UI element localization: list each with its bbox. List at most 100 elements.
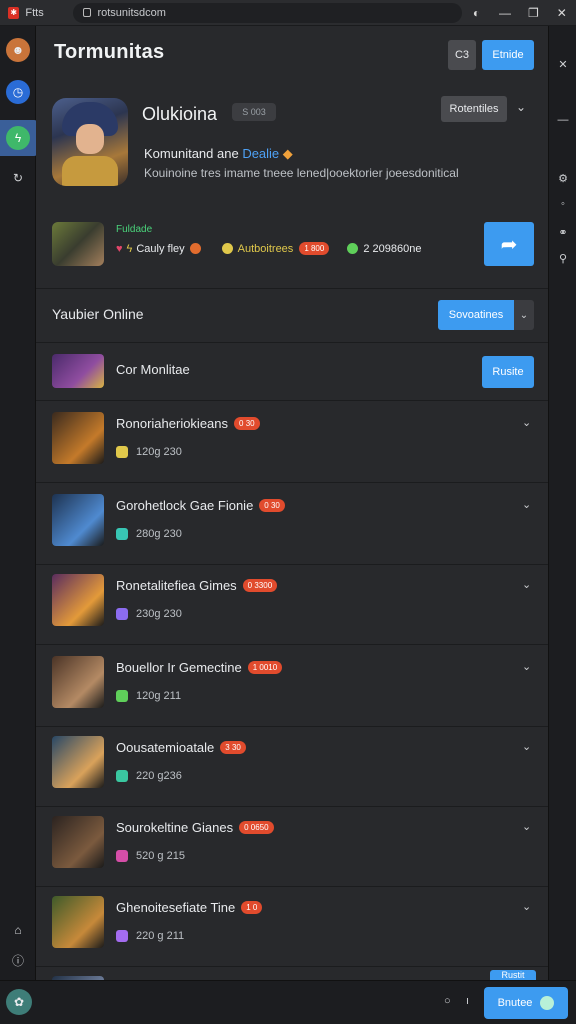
game-badge: 0 3300 [242,579,278,592]
sidebar-bolt-icon[interactable]: ϟ [6,126,30,150]
game-row[interactable]: Sourokeltine Gianes 0 0650 520 g 215 ⌄ [36,808,548,888]
divider [36,400,548,401]
game-subtitle: 220 g 211 [116,930,184,942]
game-row[interactable]: Oousatemioatale 3 30 220 g236 ⌄ [36,728,548,808]
stats-text2: Autboitrees [237,242,294,255]
stats-thumbnail[interactable] [52,222,104,266]
section-dropdown-chevron-icon[interactable]: ⌄ [514,300,534,330]
stats-label: Fuldade [116,224,153,235]
fire-icon: ◆ [282,146,293,161]
url-text[interactable]: rotsunitsdcom [97,7,165,19]
stats-row: Fuldade ♥ ϟ Cauly fley Autboitrees 1 800… [52,222,534,272]
right-close-icon[interactable]: ✕ [556,58,570,72]
chevron-down-icon[interactable]: ⌄ [522,578,531,591]
heart-icon: ♥ [116,242,123,255]
game-thumbnail [52,412,104,464]
game-row[interactable]: Bouellor Ir Gemectine 1 0010 120g 211 ⌄ [36,648,548,728]
game-row[interactable]: Gorohetlock Gae Fionie 0 30 280g 230 ⌄ [36,486,548,566]
lightning-icon: ϟ [126,242,133,255]
game-sub-text: 120g 211 [136,690,182,702]
close-icon[interactable]: ✕ [548,6,576,20]
online-icon [347,243,359,254]
right-gear-icon[interactable]: ⚙ [556,172,570,186]
game-title: Ronoriaheriokieans 0 30 [116,416,260,431]
minimize-icon[interactable]: — [491,6,519,20]
section-button[interactable]: Sovoatines [438,300,514,330]
profile-tag-badge: S 003 [232,103,276,121]
bottom-button-label: Bnutee [497,997,533,1009]
first-row-button[interactable]: Rusite [482,356,534,388]
bottom-bar: ✿ ○ ı Bnutee [0,980,576,1024]
divider [36,644,548,645]
first-list-row[interactable]: Cor Monlitae Rusite [52,354,534,390]
game-subtitle: 220 g236 [116,770,182,782]
restore-icon[interactable]: ❐ [519,6,547,20]
sidebar-home-icon[interactable]: ⌂ [6,918,30,942]
game-badge: 3 30 [220,741,246,754]
share-button[interactable]: ➦ [484,222,534,266]
divider [36,482,548,483]
stats-line: ♥ ϟ Cauly fley Autboitrees 1 800 2 20986… [116,242,421,255]
game-thumbnail [52,494,104,546]
divider [36,726,548,727]
chevron-down-icon[interactable]: ⌄ [522,498,531,511]
game-thumbnail [52,736,104,788]
game-row[interactable]: Ronoriaheriokieans 0 30 120g 230 ⌄ [36,404,548,484]
game-thumbnail [52,574,104,626]
browser-top-bar: ✱ Ftts rotsunitsdcom ◐ — ❐ ✕ [0,0,576,26]
chevron-down-icon[interactable]: ⌄ [522,740,531,753]
game-title: Ghenoitesefiate Tine 1 0 [116,900,263,915]
game-badge: 1 0010 [247,661,283,674]
left-sidebar: ☻ ◷ ϟ ↻ ⌂ ⓘ [0,26,38,1024]
section-title: Yaubier Online [52,306,144,322]
tab-title[interactable]: Ftts [25,7,59,19]
bottom-button-circle-icon [540,996,555,1010]
profile-avatar[interactable] [52,98,128,186]
right-pin-icon[interactable]: ⚲ [556,252,570,266]
bottom-info-icon[interactable]: ı [466,995,469,1007]
game-row[interactable]: Ghenoitesefiate Tine 1 0 220 g 211 ⌄ [36,888,548,968]
bottom-action-button[interactable]: Bnutee [484,987,568,1019]
small-header-button[interactable]: C3 [448,40,476,70]
sidebar-refresh-icon[interactable]: ↻ [6,166,30,190]
first-row-thumbnail [52,354,104,388]
profile-line1-highlight[interactable]: Dealie [242,146,279,161]
profile-action-button[interactable]: Rotentiles [441,96,507,122]
profile-icon[interactable]: ◐ [462,6,490,20]
game-status-icon [116,850,128,862]
game-title-text: Bouellor Ir Gemectine [116,660,242,675]
page-title: Tormunitas [54,41,165,63]
game-status-icon [116,690,128,702]
game-status-icon [116,770,128,782]
game-title-text: Ronoriaheriokieans [116,416,229,431]
main-panel: Tormunitas C3 Etnide Olukioina S 003 Rot… [36,26,548,1024]
tab-favicon-icon: ✱ [8,6,20,19]
sidebar-game-icon[interactable]: ☻ [6,38,30,62]
game-sub-text: 280g 230 [136,528,182,540]
first-row-title: Cor Monlitae [116,362,190,377]
sidebar-info-icon[interactable]: ⓘ [6,948,30,972]
bottom-avatar-icon[interactable]: ✿ [6,989,32,1015]
chevron-down-icon[interactable]: ⌄ [522,900,531,913]
game-subtitle: 280g 230 [116,528,182,540]
address-bar[interactable]: rotsunitsdcom [73,2,463,23]
stats-count: 2 209860ne [363,242,422,255]
game-sub-text: 230g 230 [136,608,182,620]
bottom-circle-icon[interactable]: ○ [444,995,451,1007]
sidebar-clock-icon[interactable]: ◷ [6,80,30,104]
primary-header-button[interactable]: Etnide [482,40,534,70]
smile-icon [221,243,233,254]
profile-description-line1: Komunitand ane Dealie ◆ [144,146,293,162]
game-row[interactable]: Ronetalitefiea Gimes 0 3300 230g 230 ⌄ [36,566,548,646]
game-status-icon [116,930,128,942]
game-title: Gorohetlock Gae Fionie 0 30 [116,498,285,513]
chevron-down-icon[interactable]: ⌄ [522,416,531,429]
right-dot-icon[interactable]: ◦ [556,198,570,212]
chevron-down-icon[interactable]: ⌄ [522,820,531,833]
right-minus-icon[interactable]: — [556,114,570,128]
chevron-down-icon[interactable]: ⌄ [522,660,531,673]
profile-chevron-down-icon[interactable]: ⌄ [516,100,526,114]
game-title-text: Ghenoitesefiate Tine [116,900,236,915]
right-link-icon[interactable]: ⚭ [556,226,570,240]
game-badge: 0 0650 [239,821,274,834]
